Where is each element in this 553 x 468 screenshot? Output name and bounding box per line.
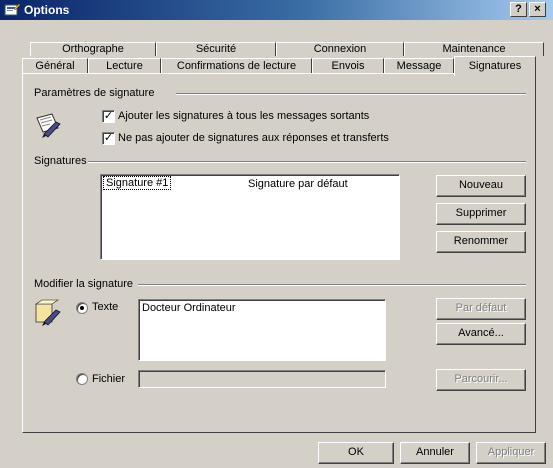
tab-envois[interactable]: Envois [312,58,384,74]
no-replies-label: Ne pas ajouter de signatures aux réponse… [118,132,389,144]
edit-group-title: Modifier la signature [34,278,134,290]
signature-pen-icon [36,113,61,138]
tab-message[interactable]: Message [384,58,454,74]
tab-confirmations[interactable]: Confirmations de lecture [161,58,312,74]
tab-securite[interactable]: Sécurité [156,42,276,56]
new-signature-button[interactable]: Nouveau [436,175,526,197]
file-radio-label: Fichier [92,373,126,385]
options-window-icon [4,3,20,16]
signatures-group-divider [88,161,526,163]
window-title: Options [24,3,70,17]
signatures-group-title: Signatures [34,155,87,167]
title-bar [0,0,553,20]
tab-orthographe[interactable]: Orthographe [30,42,156,56]
signature-item-name[interactable]: Signature #1 [103,176,172,190]
advanced-button[interactable]: Avancé... [436,323,526,345]
tab-general[interactable]: Général [22,58,88,74]
text-radio[interactable] [76,302,88,314]
add-to-all-label: Ajouter les signatures à tous les messag… [118,110,370,122]
settings-group-divider [176,93,526,95]
browse-button[interactable]: Parcourir... [436,369,526,391]
tab-connexion[interactable]: Connexion [276,42,404,56]
file-radio[interactable] [76,373,88,385]
cancel-button[interactable]: Annuler [400,442,470,464]
default-button[interactable]: Par défaut [436,298,526,320]
close-button[interactable]: × [529,2,546,17]
apply-button[interactable]: Appliquer [476,442,546,464]
ok-button[interactable]: OK [318,442,394,464]
signature-item-status: Signature par défaut [248,178,348,190]
edit-signature-icon [34,299,61,326]
tab-lecture[interactable]: Lecture [88,58,161,74]
add-to-all-checkbox[interactable]: ✓ [102,110,115,123]
edit-group-divider [138,284,526,286]
settings-group-title: Paramètres de signature [34,87,155,99]
delete-signature-button[interactable]: Supprimer [436,203,526,225]
no-replies-checkbox[interactable]: ✓ [102,132,115,145]
file-path-input[interactable] [138,370,386,388]
tab-signatures[interactable]: Signatures [454,56,536,76]
text-radio-label: Texte [92,301,119,313]
rename-signature-button[interactable]: Renommer [436,231,526,253]
help-button[interactable]: ? [510,2,527,17]
text-radio-dot [80,306,84,310]
signature-text-value: Docteur Ordinateur [142,302,236,314]
tab-maintenance[interactable]: Maintenance [404,42,544,56]
